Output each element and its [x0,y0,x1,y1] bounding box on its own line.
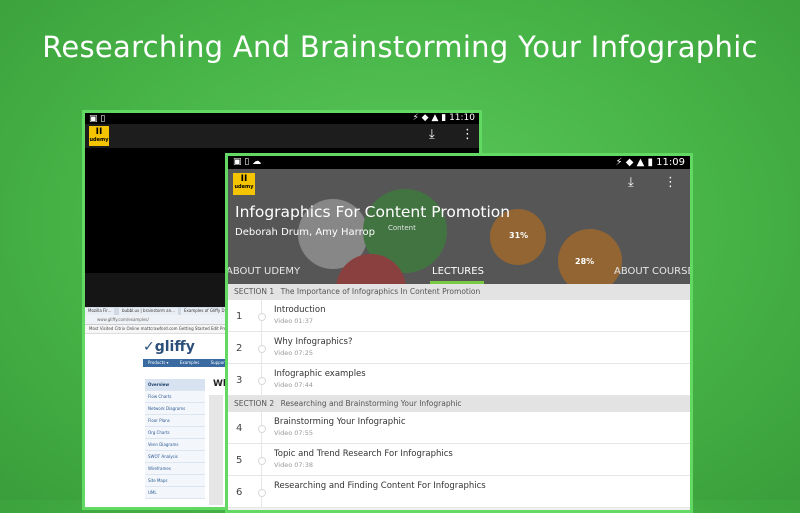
gliffy-sidebar-item[interactable]: Site Maps [145,475,205,487]
progress-dot-icon [258,425,266,433]
tab-bar: ABOUT UDEMY LECTURES ABOUT COURSE [228,261,690,284]
lecture-number: 1 [236,311,243,322]
logo-text: udemy [89,137,109,143]
front-status-bar: ▣ ▯ ☁ ⚡ ◆ ▲ ▮ 11:09 [228,156,690,169]
notification-icons: ▣ ▯ [89,114,106,124]
gliffy-sidebar: Overview Flow Charts Network Diagrams Fl… [145,379,205,499]
gliffy-sidebar-item[interactable]: SWOT Analysis [145,451,205,463]
section-header: SECTION 1 The Importance of Infographics… [228,284,690,300]
progress-dot-icon [258,313,266,321]
hero-label: 31% [509,231,529,240]
section-title: The Importance of Infographics In Conten… [280,287,481,296]
gliffy-sidebar-item[interactable]: Org Charts [145,427,205,439]
lecture-row[interactable]: 4 Brainstorming Your Infographic Video 0… [228,412,690,444]
udemy-logo-icon[interactable]: II udemy [89,126,109,146]
lecture-title: Why Infographics? [274,337,353,347]
lecture-list: SECTION 1 The Importance of Infographics… [228,284,690,508]
lecture-duration: Video 07:55 [274,429,314,437]
section-title: Researching and Brainstorming Your Infog… [280,399,462,408]
lecture-number: 6 [236,487,243,498]
lecture-row[interactable]: 6 Researching and Finding Content For In… [228,476,690,508]
progress-dot-icon [258,377,266,385]
signal-icon: ⚡ ◆ ▲ ▮ [615,157,653,168]
gliffy-sidebar-item[interactable]: Overview [145,379,205,391]
front-status-right: ⚡ ◆ ▲ ▮ 11:09 [616,157,685,168]
lecture-number: 4 [236,423,243,434]
hero-label: Content [388,224,416,232]
page-headline: Researching And Brainstorming Your Infog… [42,30,758,64]
lecture-duration: Video 01:37 [274,317,314,325]
gliffy-sidebar-item[interactable]: Network Diagrams [145,403,205,415]
progress-dot-icon [258,457,266,465]
front-screen: ▣ ▯ ☁ ⚡ ◆ ▲ ▮ 11:09 Content 31% 28% II ud… [228,156,690,510]
back-status-time: 11:10 [449,113,475,123]
gliffy-nav-item[interactable]: Examples [175,360,204,365]
lecture-duration: Video 07:25 [274,349,314,357]
lecture-row[interactable]: 1 Introduction Video 01:37 [228,300,690,332]
gliffy-sidebar-item[interactable]: Flow Charts [145,391,205,403]
back-status-bar: ▣ ▯ ⚡ ◆ ▲ ▮ 11:10 [85,113,479,124]
lecture-title: Infographic examples [274,369,366,379]
gliffy-sidebar-item[interactable]: Floor Plans [145,415,205,427]
overflow-menu-icon[interactable]: ⋮ [461,127,474,142]
notification-icons: ▣ ▯ ☁ [233,157,262,167]
lecture-title: Topic and Trend Research For Infographic… [274,449,453,459]
lecture-number: 2 [236,343,243,354]
lecture-row[interactable]: 3 Infographic examples Video 07:44 [228,364,690,396]
lecture-number: 5 [236,455,243,466]
front-status-time: 11:09 [656,157,685,168]
browser-tab[interactable]: bubbl.us | brainstorm an... [119,308,178,315]
lecture-title: Introduction [274,305,326,315]
gliffy-sidebar-item[interactable]: Wireframes [145,463,205,475]
tab-about-course[interactable]: ABOUT COURSE [614,266,690,277]
lecture-duration: Video 07:38 [274,461,314,469]
course-header: Content 31% 28% II udemy ⤓ ⋮ Infographics… [228,169,690,284]
lecture-duration: Video 07:44 [274,381,314,389]
lecture-row[interactable]: 5 Topic and Trend Research For Infograph… [228,444,690,476]
overflow-menu-icon[interactable]: ⋮ [664,175,677,190]
gliffy-logo-text: gliffy [154,339,195,355]
tab-lectures[interactable]: LECTURES [432,266,484,277]
progress-dot-icon [258,489,266,497]
lecture-title: Brainstorming Your Infographic [274,417,406,427]
gliffy-content-panel [209,395,223,505]
course-title: Infographics For Content Promotion [235,203,511,221]
lecture-number: 3 [236,375,243,386]
back-status-right: ⚡ ◆ ▲ ▮ 11:10 [412,113,475,123]
gliffy-logo: ✓gliffy [143,339,195,355]
lecture-title: Researching and Finding Content For Info… [274,481,486,491]
front-tablet: ▣ ▯ ☁ ⚡ ◆ ▲ ▮ 11:09 Content 31% 28% II ud… [225,153,693,513]
udemy-logo-icon[interactable]: II udemy [233,173,255,195]
back-action-bar: II udemy ⤓ ⋮ [85,124,479,148]
gliffy-sidebar-item[interactable]: Venn Diagrams [145,439,205,451]
course-authors: Deborah Drum, Amy Harrop [235,227,375,238]
section-header: SECTION 2 Researching and Brainstorming … [228,396,690,412]
section-number: SECTION 1 [234,287,275,296]
progress-dot-icon [258,345,266,353]
lecture-row[interactable]: 2 Why Infographics? Video 07:25 [228,332,690,364]
logo-text: udemy [234,184,254,190]
download-icon[interactable]: ⤓ [628,175,634,190]
section-number: SECTION 2 [234,399,275,408]
download-icon[interactable]: ⤓ [429,127,435,142]
gliffy-sidebar-item[interactable]: UML [145,487,205,499]
gliffy-nav-item[interactable]: Products ▾ [143,360,174,365]
browser-tab[interactable]: Mozilla Fir... [85,308,115,315]
tab-about-udemy[interactable]: ABOUT UDEMY [228,266,300,277]
signal-icon: ⚡ ◆ ▲ ▮ [412,113,447,123]
